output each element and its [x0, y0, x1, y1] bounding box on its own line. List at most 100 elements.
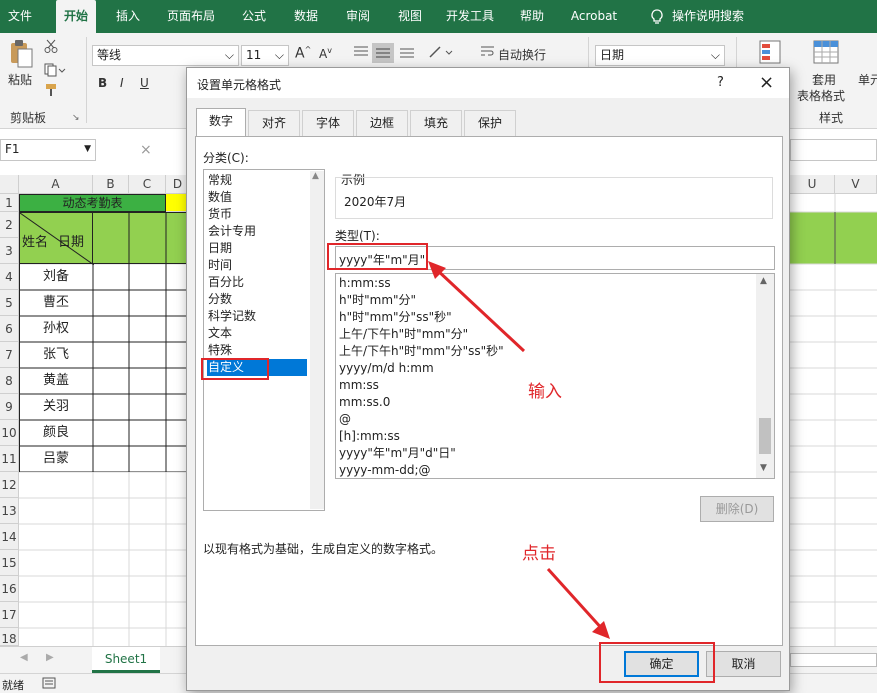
row-header[interactable]: 1 [0, 194, 19, 212]
name-cell[interactable]: 吕蒙 [19, 446, 93, 472]
category-item[interactable]: 常规 [207, 172, 307, 189]
orientation-icon[interactable] [428, 45, 454, 62]
format-item[interactable]: h"时"mm"分" [339, 292, 416, 309]
underline-button[interactable]: U [140, 76, 149, 90]
decrease-font-icon[interactable]: Av [319, 46, 332, 61]
row-header[interactable]: 10 [0, 420, 19, 446]
category-item[interactable]: 数值 [207, 189, 307, 206]
dialog-launcher-icon[interactable]: ↘ [72, 113, 80, 123]
chevron-up-icon[interactable]: ▲ [312, 171, 319, 181]
horizontal-scrollbar[interactable] [790, 653, 877, 667]
category-item[interactable]: 百分比 [207, 274, 307, 291]
cancel-entry-button[interactable]: × [140, 142, 152, 158]
paste-button[interactable]: 粘贴 [8, 71, 32, 88]
cell-style-label[interactable]: 单元 [858, 71, 877, 88]
tab-border[interactable]: 边框 [356, 110, 408, 136]
tab-protection[interactable]: 保护 [464, 110, 516, 136]
category-item[interactable]: 分数 [207, 291, 307, 308]
macro-record-icon[interactable] [42, 676, 56, 693]
table-format-label2[interactable]: 表格格式 [797, 87, 845, 104]
tab-developer[interactable]: 开发工具 [440, 0, 500, 33]
help-button[interactable]: ? [717, 75, 724, 90]
select-all-corner[interactable] [0, 175, 19, 194]
font-name-select[interactable]: 等线 ⌵ [92, 45, 239, 66]
row-header[interactable]: 8 [0, 368, 19, 394]
format-item[interactable]: h:mm:ss [339, 275, 391, 292]
formula-input[interactable] [790, 139, 877, 161]
row-header[interactable]: 5 [0, 290, 19, 316]
italic-button[interactable]: I [120, 76, 124, 90]
chevron-up-icon[interactable]: ▲ [760, 276, 767, 286]
format-item[interactable]: mm:ss.0 [339, 394, 390, 411]
tab-number[interactable]: 数字 [196, 108, 246, 137]
category-item[interactable]: 时间 [207, 257, 307, 274]
tab-formulas[interactable]: 公式 [234, 0, 274, 33]
tab-review[interactable]: 审阅 [338, 0, 378, 33]
row-header[interactable]: 4 [0, 264, 19, 290]
tab-view[interactable]: 视图 [390, 0, 430, 33]
row-header[interactable]: 7 [0, 342, 19, 368]
row-header[interactable]: 12 [0, 472, 19, 498]
scroll-right-icon[interactable]: ▶ [46, 652, 54, 663]
tab-page-layout[interactable]: 页面布局 [160, 0, 222, 33]
format-item[interactable]: [h]:mm:ss [339, 428, 400, 445]
name-cell[interactable]: 颜良 [19, 420, 93, 446]
name-cell[interactable]: 黄盖 [19, 368, 93, 394]
category-item[interactable]: 文本 [207, 325, 307, 342]
row-header[interactable]: 6 [0, 316, 19, 342]
row-header[interactable]: 18 [0, 628, 19, 646]
row-header[interactable]: 16 [0, 576, 19, 602]
chevron-down-icon[interactable]: ▼ [760, 463, 767, 473]
format-item[interactable]: @ [339, 411, 351, 428]
name-cell[interactable]: 曹丕 [19, 290, 93, 316]
name-box[interactable]: F1 ▼ [0, 139, 96, 161]
tab-home[interactable]: 开始 [56, 0, 96, 33]
sheet-tab-sheet1[interactable]: Sheet1 [92, 647, 160, 673]
name-cell[interactable]: 张飞 [19, 342, 93, 368]
format-list-scrollbar[interactable]: ▲ ▼ [756, 274, 774, 478]
format-painter-icon[interactable] [44, 83, 60, 100]
attendance-title-cell[interactable]: 动态考勤表 [19, 194, 166, 212]
tab-help[interactable]: 帮助 [512, 0, 552, 33]
delete-button[interactable]: 删除(D) [700, 496, 774, 522]
table-format-label[interactable]: 套用 [812, 71, 836, 88]
row-header[interactable]: 17 [0, 602, 19, 628]
tab-alignment[interactable]: 对齐 [248, 110, 300, 136]
column-header[interactable]: C [129, 175, 166, 194]
row-header[interactable]: 13 [0, 498, 19, 524]
format-item[interactable]: yyyy-mm-dd;@ [339, 462, 431, 478]
scroll-left-icon[interactable]: ◀ [20, 652, 28, 663]
tab-insert[interactable]: 插入 [108, 0, 148, 33]
conditional-format-icon[interactable] [758, 39, 784, 70]
category-item[interactable]: 日期 [207, 240, 307, 257]
column-header[interactable]: V [835, 175, 877, 194]
number-format-select[interactable]: 日期 ⌵ [595, 45, 725, 66]
copy-icon[interactable] [44, 63, 66, 80]
scrollbar-thumb[interactable] [759, 418, 771, 454]
row-header[interactable]: 3 [0, 238, 19, 264]
tab-acrobat[interactable]: Acrobat [566, 0, 622, 33]
align-middle-button[interactable] [372, 43, 394, 63]
format-item[interactable]: mm:ss [339, 377, 379, 394]
align-top-icon[interactable] [352, 45, 370, 62]
tab-fill[interactable]: 填充 [410, 110, 462, 136]
align-bottom-icon[interactable] [398, 45, 416, 62]
tab-font[interactable]: 字体 [302, 110, 354, 136]
wrap-text-icon[interactable] [480, 45, 496, 62]
category-item[interactable]: 会计专用 [207, 223, 307, 240]
bold-button[interactable]: B [98, 76, 107, 90]
cut-icon[interactable] [44, 39, 58, 56]
close-button[interactable]: × [759, 72, 774, 93]
name-date-header-cell[interactable]: 姓名 日期 [19, 212, 94, 265]
column-header[interactable]: B [93, 175, 129, 194]
name-cell[interactable]: 孙权 [19, 316, 93, 342]
column-header[interactable]: U [790, 175, 835, 194]
name-cell[interactable]: 刘备 [19, 264, 93, 290]
paste-icon[interactable] [8, 39, 34, 72]
row-header[interactable]: 2 [0, 212, 19, 238]
increase-font-icon[interactable]: A^ [295, 45, 311, 62]
category-item[interactable]: 货币 [207, 206, 307, 223]
category-item[interactable]: 科学记数 [207, 308, 307, 325]
sheet-grid-right[interactable] [790, 194, 877, 646]
row-header[interactable]: 11 [0, 446, 19, 472]
